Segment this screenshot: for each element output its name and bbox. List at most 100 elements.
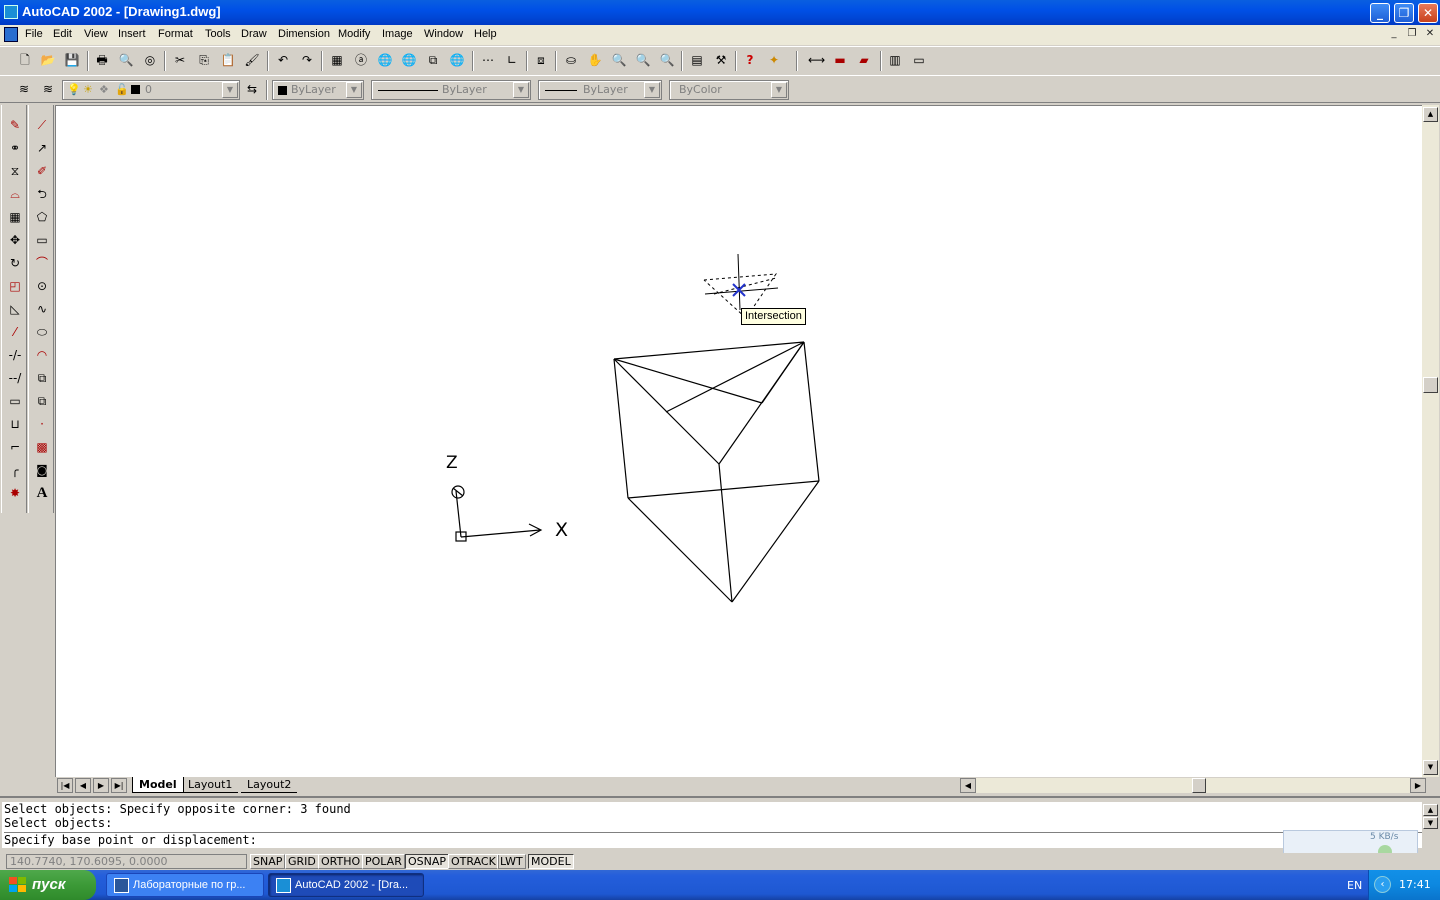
- chevron-down-icon[interactable]: ▼: [644, 82, 660, 98]
- viewport-freeze-icon[interactable]: ❖: [99, 81, 109, 99]
- menu-modify[interactable]: Modify: [338, 28, 370, 40]
- spline-icon[interactable]: ∿: [33, 300, 51, 318]
- xyz-filter-icon[interactable]: ▭: [911, 52, 927, 68]
- vertical-scroll-thumb[interactable]: [1423, 377, 1438, 393]
- autocad-app-icon[interactable]: [4, 5, 18, 19]
- sun-freeze-icon[interactable]: ☀: [83, 81, 93, 99]
- horizontal-scroll-thumb[interactable]: [1192, 778, 1206, 793]
- coordinate-display[interactable]: 140.7740, 170.6095, 0.0000: [6, 854, 247, 869]
- make-object-layer-current-icon[interactable]: ≋: [40, 81, 56, 97]
- otrack-toggle[interactable]: OTRACK: [448, 854, 499, 869]
- insert-block-icon[interactable]: ⧉: [33, 369, 51, 387]
- rotate-icon[interactable]: ↻: [6, 254, 24, 272]
- command-prompt[interactable]: Specify base point or displacement:: [4, 832, 1422, 847]
- scroll-right-arrow-icon[interactable]: ▶: [1410, 778, 1426, 793]
- scroll-up-arrow-icon[interactable]: ▲: [1423, 107, 1438, 122]
- linetype-dropdown[interactable]: ByLayer ▼: [371, 80, 531, 100]
- plot-printer-icon[interactable]: 🖶: [94, 52, 110, 68]
- plot-preview-icon[interactable]: 🔍: [118, 52, 134, 68]
- hatch-icon[interactable]: ▬: [832, 52, 848, 68]
- autocad-today-icon[interactable]: ⓐ: [353, 52, 369, 68]
- scroll-down-arrow-icon[interactable]: ▼: [1423, 817, 1438, 829]
- polar-toggle[interactable]: POLAR: [362, 854, 405, 869]
- polyline-icon[interactable]: ✐: [33, 162, 51, 180]
- named-views-icon[interactable]: ⧈: [533, 52, 549, 68]
- scale-icon[interactable]: ◰: [6, 277, 24, 295]
- design-center-icon[interactable]: ▦: [329, 52, 345, 68]
- globe-icon[interactable]: 🌐: [377, 52, 393, 68]
- fillet-icon[interactable]: ╭: [6, 461, 24, 479]
- last-tab-icon[interactable]: ▶|: [111, 778, 127, 793]
- ortho-toggle[interactable]: ORTHO: [318, 854, 364, 869]
- circle-icon[interactable]: ⊙: [33, 277, 51, 295]
- dimension-linear-icon[interactable]: ⟷: [808, 52, 825, 68]
- multiline-text-icon[interactable]: A: [33, 484, 51, 502]
- new-file-icon[interactable]: 🗋: [17, 52, 33, 68]
- horizontal-scrollbar[interactable]: ◀ ▶: [960, 778, 1426, 793]
- extend-icon[interactable]: --/: [6, 369, 24, 387]
- doc-minimize-button[interactable]: _: [1387, 28, 1401, 41]
- ucs-icon[interactable]: ∟: [504, 52, 520, 68]
- make-block-icon[interactable]: ⧉: [33, 392, 51, 410]
- ellipse-icon[interactable]: ⬭: [33, 323, 51, 341]
- tab-layout1[interactable]: Layout1: [182, 777, 239, 793]
- zoom-realtime-icon[interactable]: 🔍: [611, 52, 627, 68]
- menu-format[interactable]: Format: [158, 28, 193, 40]
- region-shape-icon[interactable]: ◙: [33, 461, 51, 479]
- construction-line-icon[interactable]: ↗: [33, 139, 51, 157]
- publish-web-icon[interactable]: ◎: [142, 52, 158, 68]
- menu-image[interactable]: Image: [382, 28, 413, 40]
- snap-toggle[interactable]: SNAP: [250, 854, 286, 869]
- next-tab-icon[interactable]: ▶: [93, 778, 109, 793]
- help-question-icon[interactable]: ?: [742, 52, 758, 68]
- menu-dimension[interactable]: Dimension: [278, 28, 330, 40]
- scroll-up-arrow-icon[interactable]: ▲: [1423, 804, 1438, 816]
- properties-icon[interactable]: ▤: [689, 52, 705, 68]
- snap-from-icon[interactable]: ⋯: [480, 52, 496, 68]
- insert-hyperlink-icon[interactable]: 🌐: [449, 52, 465, 68]
- doc-close-button[interactable]: ✕: [1423, 28, 1437, 41]
- redo-icon[interactable]: ↷: [299, 52, 315, 68]
- layer-previous-icon[interactable]: ⇆: [244, 81, 260, 97]
- prev-tab-icon[interactable]: ◀: [75, 778, 91, 793]
- lwt-toggle[interactable]: LWT: [497, 854, 526, 869]
- whats-new-icon[interactable]: ✦: [766, 52, 782, 68]
- model-toggle[interactable]: MODEL: [528, 854, 574, 869]
- match-properties-brush-icon[interactable]: 🖌: [244, 52, 260, 68]
- chevron-left-icon[interactable]: ‹: [1374, 876, 1391, 893]
- external-reference-icon[interactable]: ⧉: [425, 52, 441, 68]
- stretch-icon[interactable]: ◺: [6, 300, 24, 318]
- menu-insert[interactable]: Insert: [118, 28, 146, 40]
- polygon-shape-icon[interactable]: ⬠: [33, 208, 51, 226]
- arc-icon[interactable]: ⌒: [33, 254, 51, 272]
- break-icon[interactable]: ⊔: [6, 415, 24, 433]
- zoom-window-icon[interactable]: 🔍: [635, 52, 651, 68]
- offset-icon[interactable]: ⌓: [6, 185, 24, 203]
- text-style-icon[interactable]: ▥: [887, 52, 903, 68]
- taskbar-item-word[interactable]: Лабораторные по гр...: [106, 873, 264, 897]
- line-icon[interactable]: ⟋: [33, 116, 51, 134]
- 3d-orbit-icon[interactable]: ⛀: [563, 52, 579, 68]
- move-icon[interactable]: ✥: [6, 231, 24, 249]
- zoom-previous-icon[interactable]: 🔍: [659, 52, 675, 68]
- first-tab-icon[interactable]: |◀: [57, 778, 73, 793]
- doc-restore-button[interactable]: ❐: [1405, 28, 1419, 41]
- plotstyle-dropdown[interactable]: ByColor ▼: [669, 80, 789, 100]
- tab-model[interactable]: Model: [132, 777, 184, 793]
- clock[interactable]: 17:41: [1399, 878, 1431, 891]
- menu-file[interactable]: File: [25, 28, 43, 40]
- save-disk-icon[interactable]: 💾: [64, 52, 80, 68]
- language-indicator[interactable]: EN: [1347, 879, 1362, 892]
- copy-icon[interactable]: ⎘: [196, 52, 212, 68]
- lineweight-dropdown[interactable]: ByLayer ▼: [538, 80, 662, 100]
- break-at-point-icon[interactable]: ▭: [6, 392, 24, 410]
- array-icon[interactable]: ▦: [6, 208, 24, 226]
- document-icon[interactable]: [4, 27, 18, 42]
- taskbar-item-autocad[interactable]: AutoCAD 2002 - [Dra...: [268, 873, 424, 897]
- lightbulb-icon[interactable]: 💡: [67, 81, 81, 99]
- chevron-down-icon[interactable]: ▼: [513, 82, 529, 98]
- tool-palettes-icon[interactable]: ⚒: [713, 52, 729, 68]
- color-dropdown[interactable]: ByLayer ▼: [272, 80, 364, 100]
- explode-icon[interactable]: ✸: [6, 484, 24, 502]
- polygon-icon[interactable]: ⮌: [33, 185, 51, 203]
